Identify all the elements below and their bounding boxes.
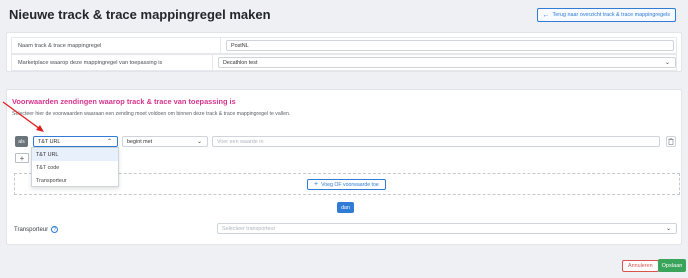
name-label: Naam track & trace mappingregel <box>12 38 221 53</box>
help-icon[interactable]: ? <box>51 226 59 233</box>
name-input[interactable]: PostNL <box>226 40 674 51</box>
name-row: Naam track & trace mappingregel PostNL <box>11 37 677 54</box>
back-to-overview-button[interactable]: ← Terug naar overzicht track & trace map… <box>536 8 676 22</box>
carrier-label: Transporteur <box>14 226 49 233</box>
condition-value-input[interactable]: Voer een waarde in <box>212 136 660 147</box>
marketplace-label: Marketplace waarop deze mappingregel van… <box>12 55 213 70</box>
conditions-description: Selecteer hier de voorwaarden waaraan ee… <box>12 111 291 117</box>
carrier-placeholder: Selecteer transporteur <box>222 225 276 232</box>
condition-field-select[interactable]: T&T URL ⌃ <box>33 136 118 147</box>
trash-icon <box>668 138 674 145</box>
cancel-button[interactable]: Annuleren <box>622 260 659 272</box>
dropdown-option[interactable]: Transporteur <box>32 174 118 187</box>
general-settings-card: Naam track & trace mappingregel PostNL M… <box>6 32 682 72</box>
then-button[interactable]: dan <box>337 202 354 213</box>
condition-field-value: T&T URL <box>38 138 61 145</box>
condition-operator-value: begint met <box>127 138 153 145</box>
plus-icon: + <box>19 153 25 163</box>
add-and-condition-button[interactable]: + <box>15 153 29 163</box>
chevron-down-icon: ⌄ <box>665 226 671 232</box>
page-title: Nieuwe track & trace mappingregel maken <box>9 7 271 22</box>
dropdown-option[interactable]: T&T URL <box>32 148 118 161</box>
arrow-left-icon: ← <box>542 11 550 19</box>
condition-operator-select[interactable]: begint met ⌄ <box>122 136 208 147</box>
chevron-up-icon: ⌃ <box>106 139 112 145</box>
condition-field-dropdown: T&T URL T&T code Transporteur <box>31 147 119 187</box>
add-or-condition-label: Voeg OF voorwaarde toe <box>321 181 379 188</box>
plus-icon: + <box>314 181 319 188</box>
save-button[interactable]: Opslaan <box>658 259 686 272</box>
carrier-label-group: Transporteur ? <box>14 226 59 233</box>
marketplace-row: Marketplace waarop deze mappingregel van… <box>11 54 677 71</box>
add-or-condition-button[interactable]: + Voeg OF voorwaarde toe <box>307 179 386 190</box>
marketplace-select[interactable]: Decathlon test ⌄ <box>218 57 676 68</box>
conditions-title: Voorwaarden zendingen waarop track & tra… <box>12 97 236 106</box>
delete-condition-button[interactable] <box>666 136 676 147</box>
chevron-down-icon: ⌄ <box>196 139 202 145</box>
marketplace-value: Decathlon test <box>223 59 258 66</box>
chevron-down-icon: ⌄ <box>664 60 670 66</box>
als-badge: als <box>15 136 28 147</box>
back-button-label: Terug naar overzicht track & trace mappi… <box>552 12 670 18</box>
carrier-select[interactable]: Selecteer transporteur ⌄ <box>217 223 677 234</box>
dropdown-option[interactable]: T&T code <box>32 161 118 174</box>
